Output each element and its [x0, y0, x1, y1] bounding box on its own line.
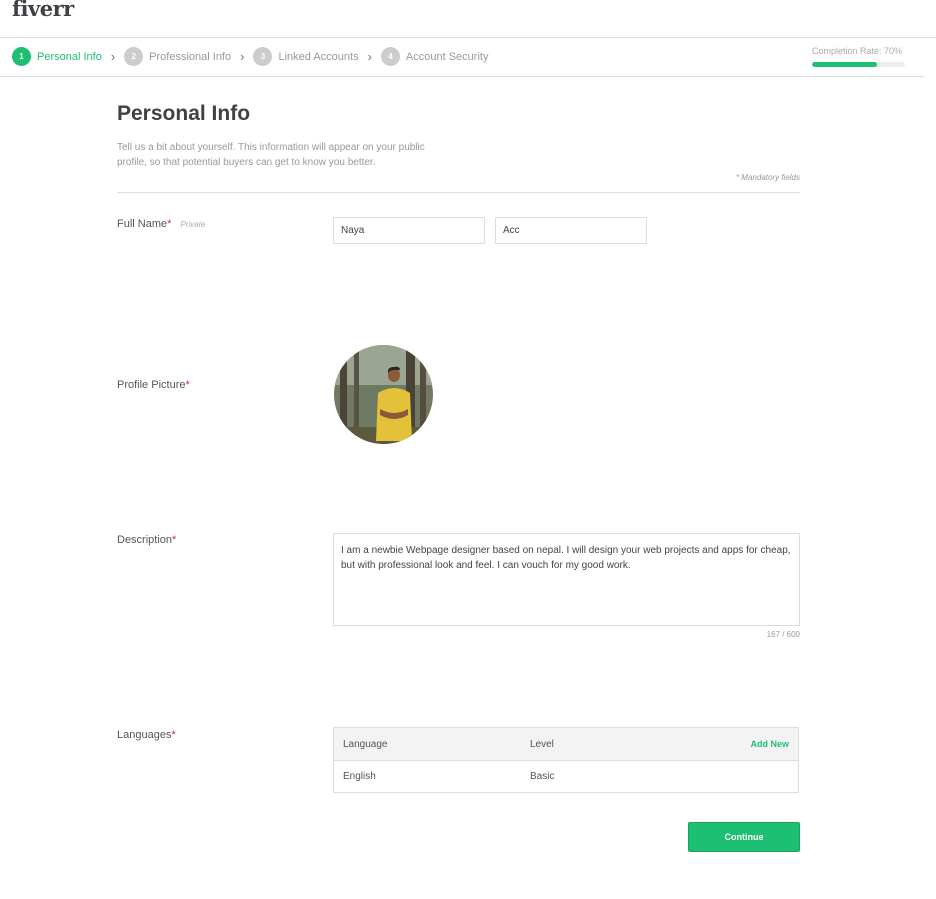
- steps-nav: 1 Personal Info › 2 Professional Info › …: [12, 47, 488, 66]
- completion-rate-label: Completion Rate: 70%: [812, 46, 903, 56]
- languages-label-text: Languages: [117, 729, 172, 741]
- description-char-counter: 167 / 600: [766, 630, 800, 639]
- step-account-security[interactable]: 4 Account Security: [380, 47, 489, 66]
- step-professional-info[interactable]: 2 Professional Info: [124, 47, 231, 66]
- step-number: 2: [124, 47, 144, 66]
- avatar-photo: [334, 345, 433, 444]
- progress-steps-bar: 1 Personal Info › 2 Professional Info › …: [0, 38, 924, 77]
- step-number: 4: [380, 47, 400, 66]
- page-title: Personal Info: [117, 102, 251, 125]
- language-cell: English: [343, 771, 376, 782]
- section-divider: [117, 192, 800, 193]
- first-name-input[interactable]: [333, 217, 485, 244]
- description-label-text: Description: [117, 534, 173, 546]
- column-header-language: Language: [343, 738, 388, 750]
- profile-picture-avatar[interactable]: [334, 345, 433, 444]
- table-row[interactable]: English Basic: [334, 761, 798, 792]
- continue-button[interactable]: Continue: [688, 822, 800, 852]
- required-mark: *: [172, 534, 177, 546]
- step-label: Account Security: [405, 50, 489, 63]
- fiverr-logo[interactable]: fiverr: [12, 0, 74, 21]
- step-label: Linked Accounts: [278, 50, 359, 63]
- required-mark: *: [167, 218, 172, 230]
- step-linked-accounts[interactable]: 3 Linked Accounts: [253, 47, 359, 66]
- full-name-label: Full Name* Private: [117, 218, 205, 230]
- page-intro: Tell us a bit about yourself. This infor…: [117, 142, 425, 168]
- completion-progress-fill: [812, 62, 878, 67]
- description-textarea[interactable]: I am a newbie Webpage designer based on …: [333, 533, 800, 626]
- step-label: Professional Info: [149, 50, 232, 63]
- description-label: Description*: [117, 534, 176, 546]
- chevron-right-icon: ›: [240, 49, 245, 64]
- chevron-right-icon: ›: [110, 49, 116, 64]
- profile-picture-label-text: Profile Picture: [117, 379, 186, 391]
- add-new-language-link[interactable]: Add New: [750, 739, 789, 749]
- level-cell: Basic: [530, 771, 555, 782]
- step-personal-info[interactable]: 1 Personal Info: [12, 47, 102, 66]
- column-header-level: Level: [530, 738, 554, 750]
- languages-table-header: Language Level Add New: [334, 728, 798, 761]
- last-name-input[interactable]: [495, 217, 647, 244]
- step-label: Personal Info: [37, 50, 102, 63]
- step-number: 1: [12, 47, 31, 66]
- private-tag: Private: [180, 220, 206, 229]
- chevron-right-icon: ›: [367, 49, 372, 64]
- required-mark: *: [185, 379, 190, 391]
- languages-label: Languages*: [117, 729, 176, 741]
- step-number: 3: [253, 47, 273, 66]
- full-name-label-text: Full Name: [117, 218, 168, 230]
- completion-progress-bar: [812, 62, 905, 67]
- mandatory-fields-note: * Mandatory fields: [735, 173, 800, 182]
- languages-table: Language Level Add New English Basic: [333, 727, 799, 793]
- profile-picture-label: Profile Picture*: [117, 379, 190, 391]
- required-mark: *: [171, 729, 176, 741]
